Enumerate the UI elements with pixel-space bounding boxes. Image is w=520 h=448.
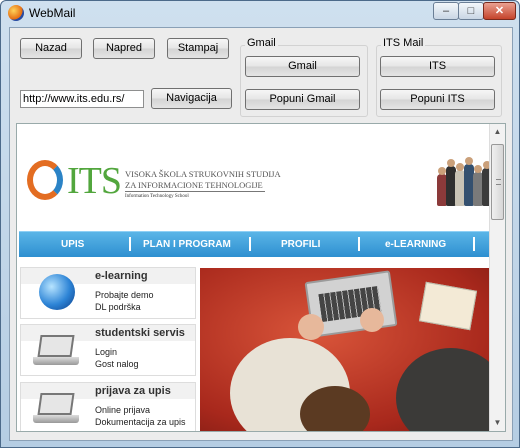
its-button[interactable]: ITS	[380, 56, 495, 77]
logo-line-3: Information Technology School	[125, 194, 189, 199]
card-link[interactable]: Probajte demo	[95, 290, 154, 300]
gmail-group-label: Gmail	[245, 37, 278, 49]
navigate-button[interactable]: Navigacija	[151, 88, 232, 109]
firefox-icon	[8, 5, 24, 21]
its-mail-group-label: ITS Mail	[381, 37, 426, 49]
fill-gmail-button[interactable]: Popuni Gmail	[245, 89, 360, 110]
card-link[interactable]: DL podrška	[95, 302, 141, 312]
forward-button[interactable]: Napred	[93, 38, 155, 59]
fill-its-button[interactable]: Popuni ITS	[380, 89, 495, 110]
laptop-icon	[33, 335, 79, 369]
minimize-button[interactable]: –	[433, 2, 459, 20]
logo-divider	[125, 191, 265, 192]
back-button[interactable]: Nazad	[20, 38, 82, 59]
hero-photo	[200, 268, 492, 431]
form-client-area: Nazad Napred Stampaj Navigacija Gmail Gm…	[9, 27, 513, 441]
window-title: WebMail	[29, 6, 76, 20]
card-link[interactable]: Gost nalog	[95, 359, 139, 369]
card-e-learning[interactable]: e-learning Probajte demo DL podrška	[20, 267, 196, 319]
card-link[interactable]: Dokumentacija za upis	[95, 417, 186, 427]
nav-separator	[473, 237, 475, 251]
card-studentski-servis[interactable]: studentski servis Login Gost nalog	[20, 324, 196, 376]
close-button[interactable]: ✕	[483, 2, 516, 20]
card-prijava-za-upis[interactable]: prijava za upis Online prijava Dokumenta…	[20, 382, 196, 431]
its-logo-mark: ITS	[67, 160, 122, 202]
maximize-button[interactable]: □	[458, 2, 484, 20]
scroll-down-icon[interactable]: ▼	[490, 415, 505, 431]
pda-icon	[33, 393, 79, 427]
nav-e-learning[interactable]: e-LEARNING	[385, 239, 446, 250]
its-logo[interactable]: ITS VISOKA ŠKOLA STRUKOVNIH STUDIJA ZA I…	[27, 160, 281, 206]
gmail-button[interactable]: Gmail	[245, 56, 360, 77]
nav-separator	[249, 237, 251, 251]
card-title: e-learning	[95, 270, 148, 282]
nav-upis[interactable]: UPIS	[61, 239, 84, 250]
browser-scrollbar[interactable]: ▲ ▼	[489, 124, 505, 431]
card-link[interactable]: Login	[95, 347, 117, 357]
nav-separator	[358, 237, 360, 251]
application-window: WebMail – □ ✕ Nazad Napred Stampaj Navig…	[0, 0, 520, 448]
nav-separator	[129, 237, 131, 251]
card-title: prijava za upis	[95, 385, 171, 397]
site-nav-bar: UPIS PLAN I PROGRAM PROFILI e-LEARNING	[19, 231, 492, 257]
globe-icon	[39, 274, 75, 310]
scrollbar-thumb[interactable]	[491, 144, 504, 220]
logo-line-1: VISOKA ŠKOLA STRUKOVNIH STUDIJA	[125, 169, 281, 179]
nav-profili[interactable]: PROFILI	[281, 239, 320, 250]
url-input[interactable]	[20, 90, 144, 108]
card-link[interactable]: Online prijava	[95, 405, 150, 415]
students-photo	[435, 154, 493, 206]
logo-line-2: ZA INFORMACIONE TEHNOLOGIJE	[125, 180, 263, 190]
card-title: studentski servis	[95, 327, 185, 339]
title-bar[interactable]: WebMail – □ ✕	[1, 1, 519, 25]
print-button[interactable]: Stampaj	[167, 38, 229, 59]
web-browser-view[interactable]: ITS VISOKA ŠKOLA STRUKOVNIH STUDIJA ZA I…	[16, 123, 506, 432]
nav-plan-i-program[interactable]: PLAN I PROGRAM	[143, 239, 231, 250]
scroll-up-icon[interactable]: ▲	[490, 124, 505, 140]
its-swirl-icon	[27, 160, 63, 200]
